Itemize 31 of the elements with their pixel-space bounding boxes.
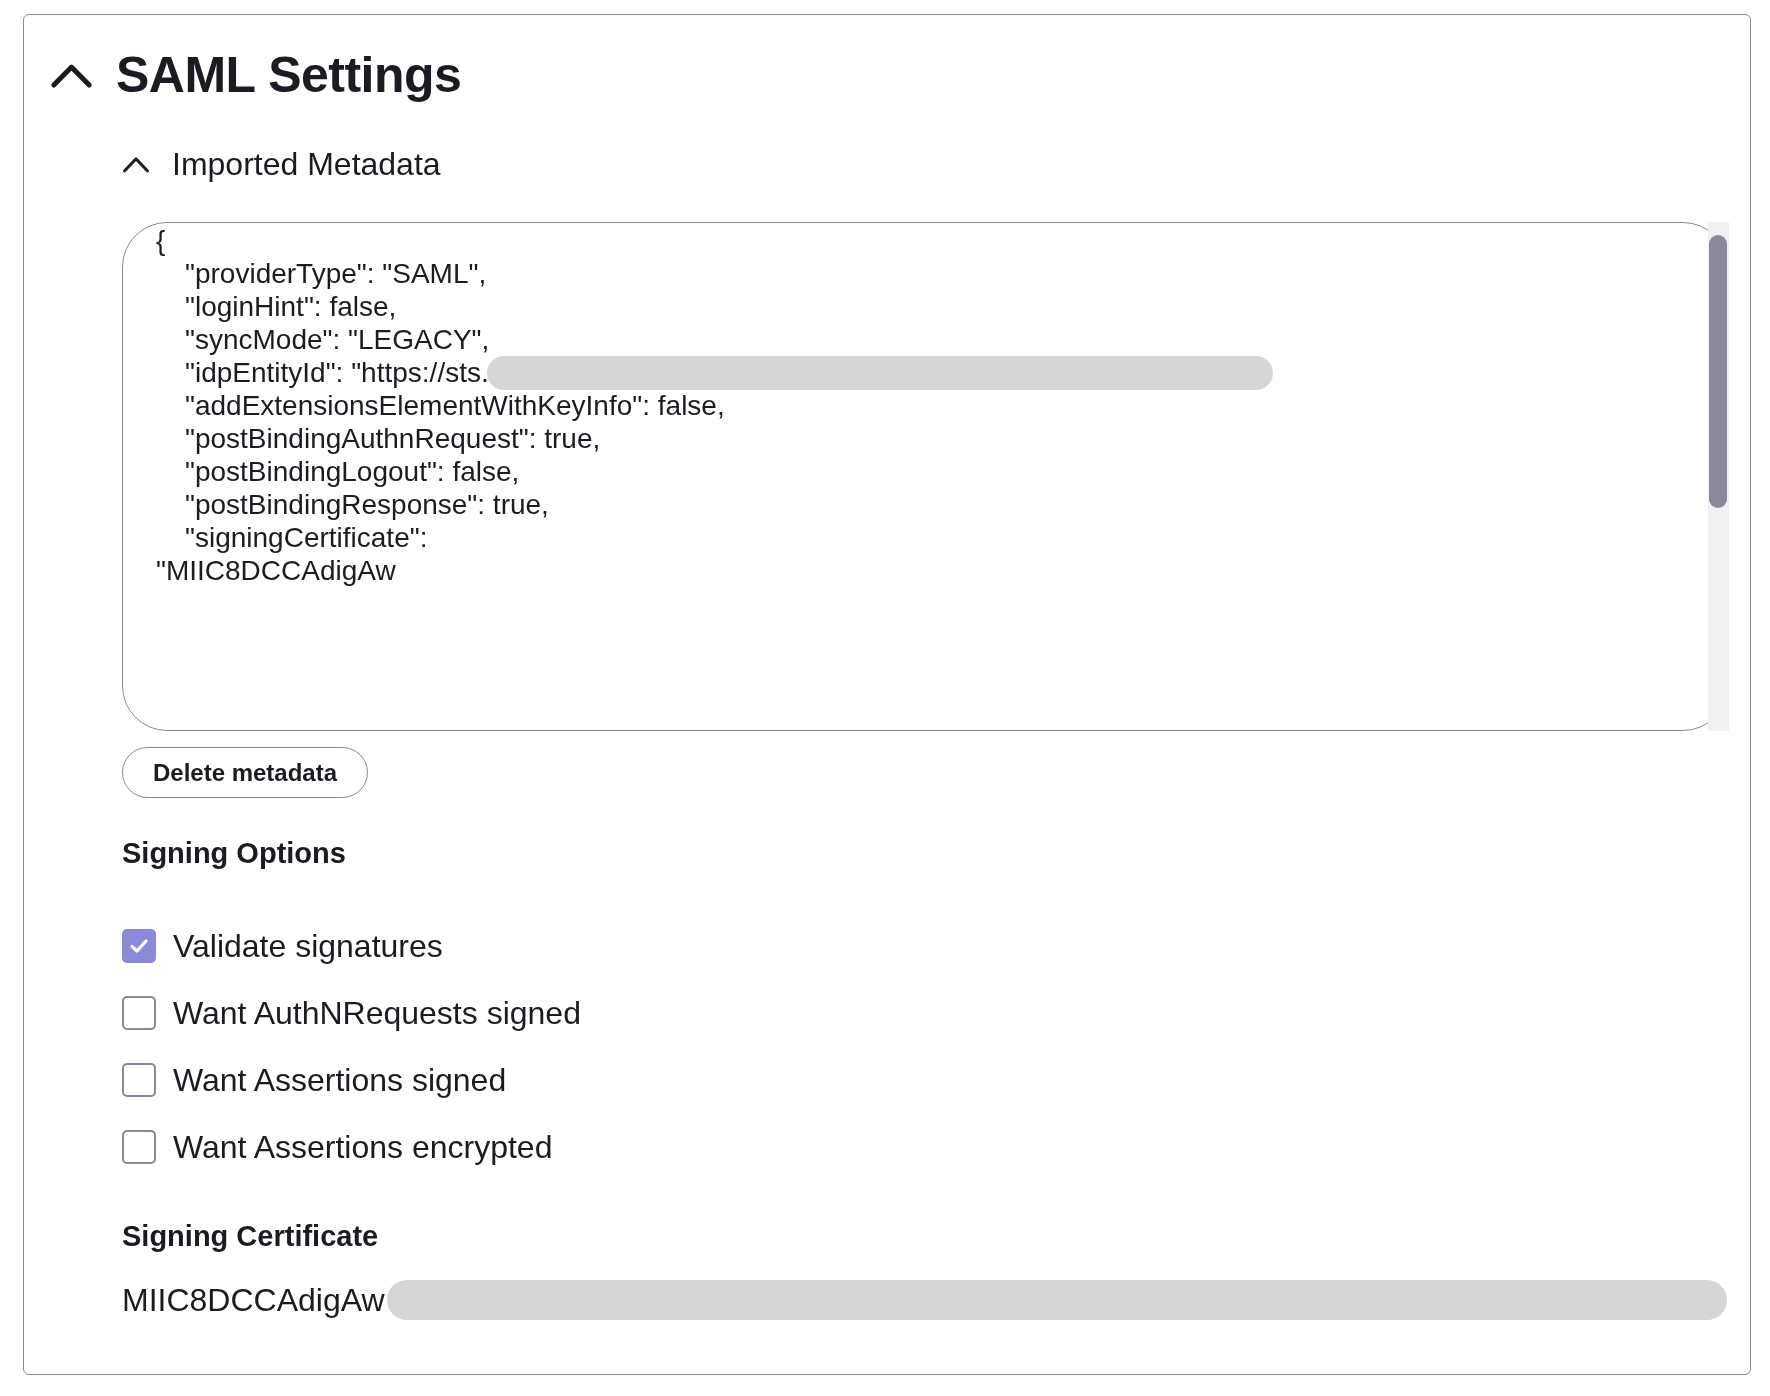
checkbox-label: Want Assertions encrypted (173, 1128, 553, 1167)
section-heading: Signing Certificate (122, 1219, 379, 1254)
code-line: "addExtensionsElementWithKeyInfo": false, (185, 389, 725, 422)
certificate-value: MIIC8DCCAdigAw (122, 1281, 385, 1320)
chevron-up-icon (50, 62, 93, 88)
checkbox[interactable] (122, 996, 156, 1030)
code-line: "signingCertificate": (185, 521, 428, 554)
code-line: "postBindingAuthnRequest": true, (185, 422, 601, 455)
checkbox-label: Want AuthNRequests signed (173, 994, 581, 1033)
checkbox[interactable] (122, 929, 156, 963)
saml-settings-toggle[interactable]: SAML Settings (50, 47, 462, 103)
checkmark-icon (130, 939, 148, 953)
metadata-textarea[interactable] (122, 222, 1728, 731)
code-line: "loginHint": false, (185, 290, 397, 323)
code-line: "idpEntityId": "https://sts. (185, 356, 489, 389)
code-line: "providerType": "SAML", (185, 257, 487, 290)
checkbox-label: Want Assertions signed (173, 1061, 507, 1100)
imported-metadata-toggle[interactable]: Imported Metadata (122, 144, 441, 184)
section-heading: Signing Options (122, 836, 346, 871)
code-line: "postBindingLogout": false, (185, 455, 520, 488)
code-line: { (156, 224, 166, 257)
chevron-up-icon (122, 155, 150, 173)
scrollbar-track[interactable] (1707, 221, 1729, 731)
checkbox[interactable] (122, 1130, 156, 1164)
delete-metadata-button[interactable]: Delete metadata (122, 747, 368, 798)
scrollbar-thumb[interactable] (1709, 234, 1727, 508)
checkbox-label: Validate signatures (173, 927, 443, 966)
code-line: "MIIC8DCCAdigAw (156, 554, 396, 587)
code-line: "syncMode": "LEGACY", (185, 323, 490, 356)
code-line: "postBindingResponse": true, (185, 488, 549, 521)
checkbox[interactable] (122, 1063, 156, 1097)
